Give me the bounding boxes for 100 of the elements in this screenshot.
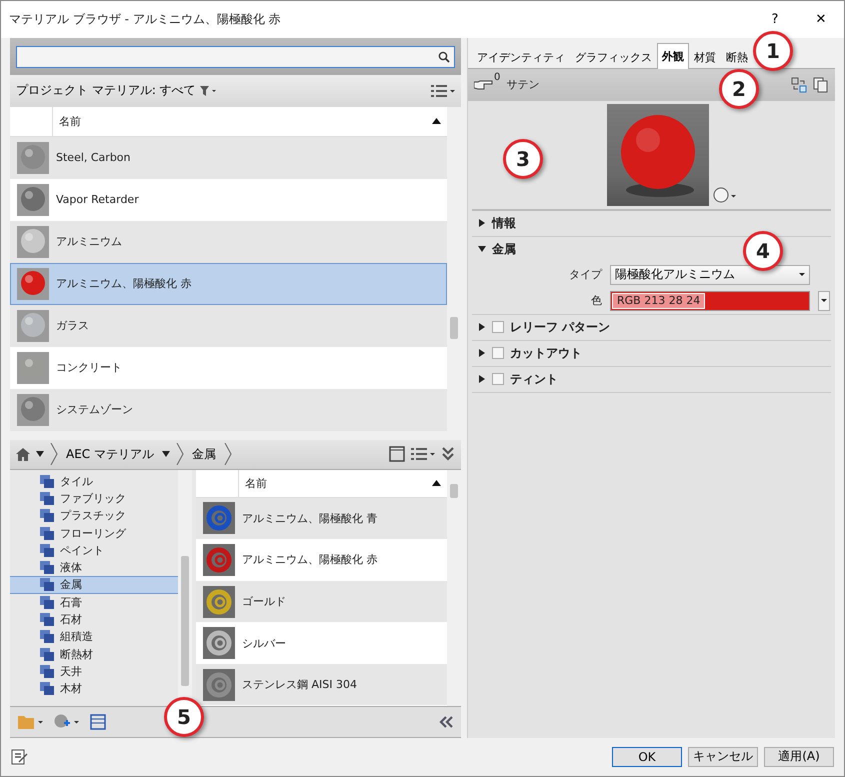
material-row[interactable]: Steel, Carbon (10, 136, 447, 179)
color-dropdown-button[interactable] (818, 290, 830, 311)
library-row[interactable]: アルミニウム、陽極酸化 青 (196, 498, 447, 540)
list-view-icon[interactable] (411, 447, 435, 462)
chevron-icon (224, 443, 232, 466)
tree-item[interactable]: 断熱材 (10, 645, 178, 663)
field-label: タイプ (568, 267, 602, 282)
breadcrumb-item[interactable]: 金属 (190, 446, 218, 463)
tree-item[interactable]: 木材 (10, 680, 178, 698)
material-name: ガラス (55, 318, 89, 334)
column-header[interactable]: 名前 (53, 106, 447, 136)
material-name: ゴールド (241, 594, 286, 609)
section-header[interactable]: レリーフ パターン (472, 314, 618, 340)
tree-item[interactable]: 石膏 (10, 594, 178, 611)
tree-item[interactable]: 天井 (10, 662, 178, 680)
library-row[interactable]: ゴールド (196, 580, 447, 622)
material-name: アルミニウム、陽極酸化 赤 (241, 552, 378, 568)
material-name: Steel, Carbon (55, 151, 131, 164)
library-row[interactable]: ステンレス鋼 AISI 304 (196, 664, 447, 706)
tree-item[interactable]: プラスチック (10, 507, 178, 524)
field-label: 色 (590, 293, 602, 308)
sort-arrow-icon[interactable] (432, 480, 441, 486)
caret-icon[interactable] (162, 450, 170, 458)
tree-item[interactable]: 液体 (10, 559, 178, 576)
sort-arrow-icon[interactable] (432, 118, 441, 124)
search-icon[interactable] (438, 50, 450, 63)
material-row[interactable]: アルミニウム、陽極酸化 赤 (10, 262, 447, 305)
caret-icon[interactable] (478, 375, 486, 384)
caret-icon[interactable] (799, 272, 805, 277)
column-header[interactable]: 名前 (239, 470, 447, 497)
caret-icon[interactable] (478, 323, 486, 332)
color-field[interactable]: RGB 213 28 24 (610, 290, 810, 311)
tree-item[interactable]: 石材 (10, 610, 178, 628)
folder-icon (40, 474, 54, 488)
section-header[interactable]: 金属 (472, 236, 524, 262)
folder-icon (40, 596, 54, 609)
material-name: システムゾーン (55, 402, 133, 418)
type-dropdown[interactable]: 陽極酸化アルミニウム (610, 264, 810, 285)
asset-count: 0 (494, 72, 500, 83)
material-row[interactable]: ガラス (10, 304, 447, 347)
search-field[interactable] (16, 46, 455, 68)
scrollbar[interactable] (447, 470, 461, 706)
caret-icon[interactable] (478, 245, 486, 254)
edit-icon[interactable] (11, 748, 29, 765)
tab[interactable]: アイデンティティ (472, 46, 570, 68)
filter-icon[interactable] (200, 86, 216, 96)
add-material-button[interactable] (54, 714, 80, 730)
material-name: コンクリート (55, 360, 122, 376)
checkbox[interactable] (492, 347, 504, 360)
caret-icon[interactable] (821, 298, 827, 303)
section-header[interactable]: 情報 (472, 210, 524, 236)
tree-item[interactable]: ファブリック (10, 490, 178, 508)
section-header[interactable]: カットアウト (472, 340, 590, 366)
material-row[interactable]: システムゾーン (10, 388, 447, 431)
caret-icon[interactable] (478, 219, 486, 228)
swap-asset-icon[interactable] (791, 76, 807, 93)
folder-icon (40, 561, 54, 574)
tab[interactable]: 外観 (657, 42, 689, 69)
collapse-icon[interactable] (439, 716, 453, 728)
chevron-icon (176, 443, 184, 466)
copy-icon[interactable] (813, 76, 829, 93)
panel-view-icon[interactable] (389, 446, 405, 462)
folder-icon (40, 544, 54, 557)
folder-icon (40, 578, 54, 592)
material-name: ステンレス鋼 AISI 304 (241, 677, 357, 692)
tree-item[interactable]: フローリング (10, 524, 178, 542)
folder-icon (40, 526, 54, 540)
folder-icon (40, 648, 54, 661)
tree-item[interactable]: 金属 (10, 576, 178, 594)
material-row[interactable]: アルミニウム (10, 220, 447, 263)
breadcrumb-item[interactable]: AEC マテリアル (64, 446, 156, 463)
folder-icon (40, 613, 54, 626)
caret-icon[interactable] (478, 349, 486, 358)
editor-panel-button[interactable] (90, 714, 106, 730)
dialog-button[interactable]: OK (612, 746, 682, 767)
material-name: シルバー (241, 636, 286, 651)
chevron-icon (50, 443, 58, 466)
double-chevron-down-icon[interactable] (441, 446, 455, 462)
home-icon[interactable] (16, 448, 30, 461)
tab[interactable]: 断熱 (721, 46, 753, 68)
dialog-button[interactable]: 適用(A) (764, 746, 834, 767)
caret-icon[interactable] (36, 450, 44, 458)
folder-icon (40, 492, 54, 505)
tree-item[interactable]: タイル (10, 472, 178, 490)
close-button[interactable]: ✕ (798, 4, 844, 34)
tree-item[interactable]: 組積造 (10, 628, 178, 646)
material-name: アルミニウム、陽極酸化 赤 (55, 276, 192, 292)
folder-icon (40, 509, 54, 522)
list-view-icon[interactable] (431, 84, 455, 98)
dialog-button[interactable]: キャンセル (688, 746, 758, 767)
asset-name: サテン (506, 77, 540, 92)
material-name: Vapor Retarder (55, 193, 139, 206)
tab[interactable]: グラフィックス (570, 46, 657, 68)
preview-shape-button[interactable] (712, 186, 736, 203)
tree-item[interactable]: ペイント (10, 542, 178, 559)
checkbox[interactable] (492, 373, 504, 386)
tab[interactable]: 材質 (689, 46, 721, 68)
material-name: アルミニウム、陽極酸化 青 (241, 510, 378, 526)
section-header[interactable]: ティント (472, 366, 566, 392)
checkbox[interactable] (492, 321, 504, 334)
